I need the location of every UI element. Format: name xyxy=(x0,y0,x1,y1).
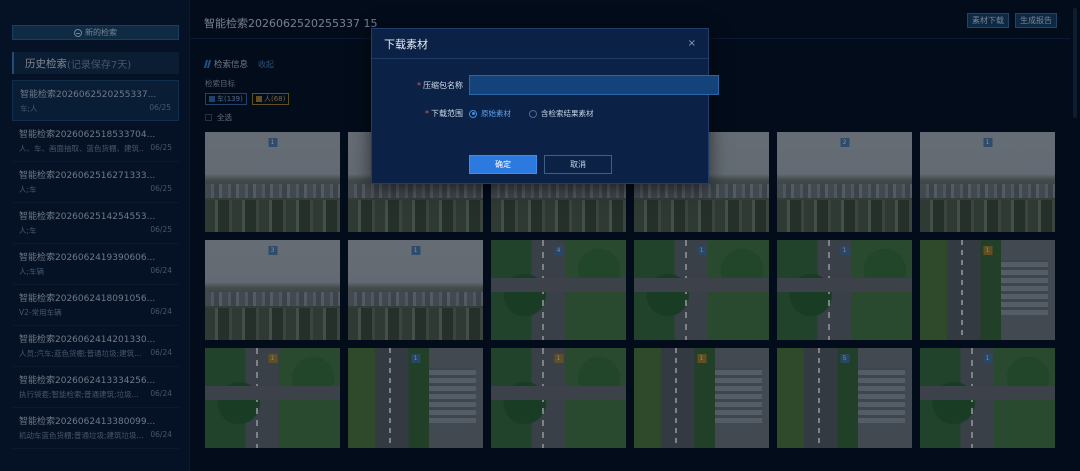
radio-with-results-label: 含检索结果素材 xyxy=(541,109,594,118)
download-dialog: 下载素材 × * 压缩包名称 * 下载范围 原始素材 含检索结果素材 确定 取消 xyxy=(371,28,719,184)
radio-dot xyxy=(529,109,537,118)
dialog-title: 下载素材 xyxy=(384,37,428,51)
name-label: * 压缩包名称 xyxy=(417,80,463,90)
close-icon[interactable]: × xyxy=(688,38,696,49)
name-row: * 压缩包名称 xyxy=(372,75,719,95)
radio-original[interactable]: 原始素材 xyxy=(469,108,511,119)
cancel-button[interactable]: 取消 xyxy=(544,155,612,174)
range-row: * 下载范围 原始素材 含检索结果素材 xyxy=(372,108,612,119)
archive-name-input[interactable] xyxy=(469,75,719,95)
radio-with-results[interactable]: 含检索结果素材 xyxy=(529,108,594,119)
app-root: 新的检索 历史检索 (记录保存7天) 智能检索2026062520255337.… xyxy=(0,0,1080,471)
dialog-header: 下载素材 × xyxy=(372,29,708,59)
radio-original-label: 原始素材 xyxy=(481,109,511,118)
range-label: * 下载范围 xyxy=(425,109,463,118)
radio-dot xyxy=(469,109,477,118)
confirm-button[interactable]: 确定 xyxy=(469,155,537,174)
